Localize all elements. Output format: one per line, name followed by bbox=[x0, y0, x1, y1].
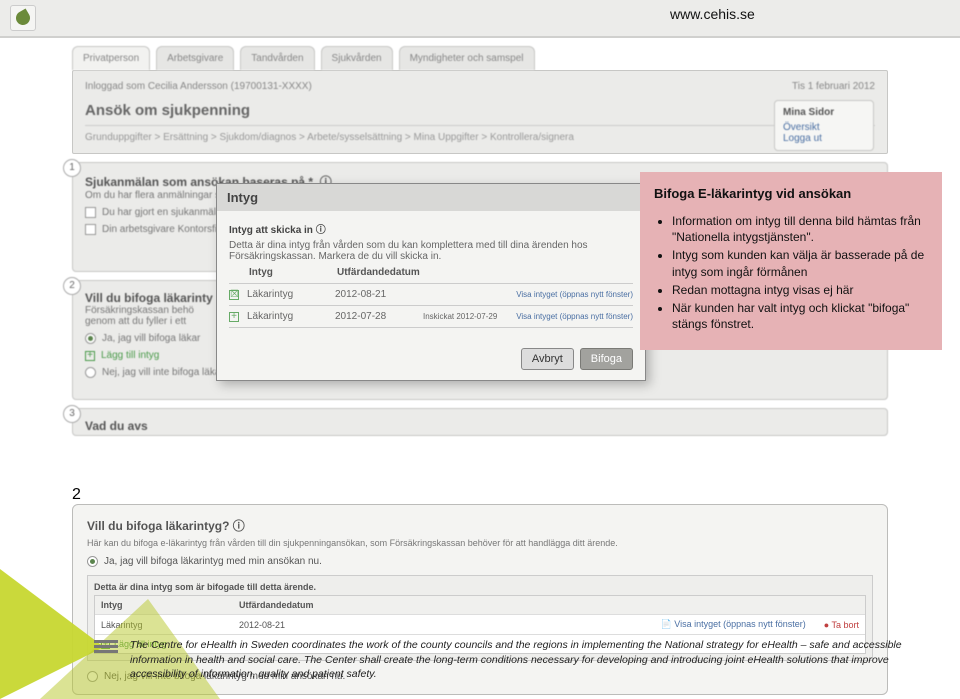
radio-icon[interactable] bbox=[85, 333, 96, 344]
nav-tabs: Privatperson Arbetsgivare Tandvården Sju… bbox=[0, 46, 960, 70]
section-3-title: Vad du avs bbox=[85, 419, 875, 433]
callout-item: Redan mottagna intyg visas ej här bbox=[672, 282, 928, 298]
checkbox-icon[interactable] bbox=[85, 207, 96, 218]
tab-myndigheter[interactable]: Myndigheter och samspel bbox=[399, 46, 535, 70]
tab-arbetsgivare[interactable]: Arbetsgivare bbox=[156, 46, 234, 70]
modal-subtitle: Intyg att skicka in ⓘ bbox=[229, 221, 633, 236]
footer-text: The Centre for eHealth in Sweden coordin… bbox=[130, 638, 930, 681]
logo-icon bbox=[10, 5, 36, 31]
modal-row[interactable]: + Läkarintyg 2012-07-28 Inskickat 2012-0… bbox=[229, 306, 633, 328]
section-2-add[interactable]: Lägg till intyg bbox=[101, 350, 159, 361]
lower-th-date: Utfärdandedatum bbox=[239, 600, 369, 610]
callout-box: Bifoga E-läkarintyg vid ansökan Informat… bbox=[640, 172, 942, 350]
lower-th-intyg: Intyg bbox=[101, 600, 231, 610]
radio-icon[interactable] bbox=[85, 367, 96, 378]
tab-tandvarden[interactable]: Tandvården bbox=[240, 46, 314, 70]
section-2-no: Nej, jag vill inte bifoga läka bbox=[102, 367, 220, 378]
modal-th-intyg: Intyg bbox=[249, 267, 329, 278]
page-url: www.cehis.se bbox=[670, 6, 755, 22]
lower-desc: Här kan du bifoga e-läkarintyg från vård… bbox=[87, 538, 873, 548]
section-2-yes: Ja, jag vill bifoga läkar bbox=[102, 333, 200, 344]
checkbox-icon[interactable] bbox=[85, 224, 96, 235]
modal-th-date: Utfärdandedatum bbox=[337, 267, 420, 278]
section-1-opt1: Du har gjort en sjukanmälan bbox=[102, 207, 227, 218]
header-date: Tis 1 februari 2012 bbox=[792, 81, 875, 92]
section-number-1: 1 bbox=[63, 159, 81, 177]
modal-row[interactable]: ☒ Läkarintyg 2012-08-21 Visa intyget (öp… bbox=[229, 284, 633, 306]
breadcrumb: Grunduppgifter > Ersättning > Sjukdom/di… bbox=[85, 125, 875, 143]
lower-yes: Ja, jag vill bifoga läkarintyg med min a… bbox=[104, 556, 322, 567]
section-1-opt2: Din arbetsgivare Kontorsfix A bbox=[102, 224, 231, 235]
section-number-3: 3 bbox=[63, 405, 81, 423]
modal-row-name: Läkarintyg bbox=[247, 289, 327, 300]
modal-row-view[interactable]: Visa intyget (öppnas nytt fönster) bbox=[516, 312, 633, 321]
lower-row-remove[interactable]: ● Ta bort bbox=[824, 620, 859, 630]
section-3: 3 Vad du avs bbox=[72, 408, 888, 436]
section-number-2: 2 bbox=[63, 277, 81, 295]
expand-icon[interactable]: ☒ bbox=[229, 290, 239, 300]
callout-item: Intyg som kunden kan välja är basserade … bbox=[672, 247, 928, 279]
tab-sjukvarden[interactable]: Sjukvården bbox=[321, 46, 393, 70]
callout-item: Information om intyg till denna bild häm… bbox=[672, 213, 928, 245]
modal-desc: Detta är dina intyg från vården som du k… bbox=[229, 240, 633, 262]
modal-title: Intyg bbox=[217, 184, 645, 211]
tab-privatperson[interactable]: Privatperson bbox=[72, 46, 150, 70]
mina-sidor-title: Mina Sidor bbox=[783, 107, 865, 118]
callout-title: Bifoga E-läkarintyg vid ansökan bbox=[654, 186, 928, 201]
modal-row-name: Läkarintyg bbox=[247, 311, 327, 322]
intyg-modal: Intyg Intyg att skicka in ⓘ Detta är din… bbox=[216, 183, 646, 381]
cancel-button[interactable]: Avbryt bbox=[521, 348, 574, 370]
modal-row-date: 2012-08-21 bbox=[335, 289, 415, 300]
modal-row-extra: Inskickat 2012-07-29 bbox=[423, 312, 497, 321]
mina-sidor-panel: Mina Sidor Översikt Logga ut bbox=[774, 100, 874, 151]
modal-row-date: 2012-07-28 bbox=[335, 311, 415, 322]
plus-icon[interactable]: + bbox=[85, 351, 95, 361]
radio-icon[interactable] bbox=[87, 556, 98, 567]
lower-row-view[interactable]: 📄 Visa intyget (öppnas nytt fönster) bbox=[661, 619, 806, 630]
page-header-panel: Inloggad som Cecilia Andersson (19700131… bbox=[72, 70, 888, 154]
lower-box-title: Detta är dina intyg som är bifogade till… bbox=[94, 582, 866, 592]
lower-row-date: 2012-08-21 bbox=[239, 620, 369, 630]
top-bar bbox=[0, 0, 960, 38]
bifoga-button[interactable]: Bifoga bbox=[580, 348, 633, 370]
page-title: Ansök om sjukpenning bbox=[85, 102, 875, 119]
mina-sidor-overview[interactable]: Översikt bbox=[783, 122, 865, 133]
mina-sidor-logout[interactable]: Logga ut bbox=[783, 133, 865, 144]
callout-item: När kunden har valt intyg och klickat "b… bbox=[672, 300, 928, 332]
logged-as: Inloggad som Cecilia Andersson (19700131… bbox=[85, 81, 312, 92]
modal-row-view[interactable]: Visa intyget (öppnas nytt fönster) bbox=[516, 290, 633, 299]
expand-icon[interactable]: + bbox=[229, 312, 239, 322]
lower-row: Läkarintyg 2012-08-21 📄 Visa intyget (öp… bbox=[95, 615, 865, 635]
section-number-2b: 2 bbox=[72, 486, 888, 504]
footer-bars-icon bbox=[94, 640, 118, 653]
lower-title: Vill du bifoga läkarintyg? ⓘ bbox=[87, 517, 873, 534]
